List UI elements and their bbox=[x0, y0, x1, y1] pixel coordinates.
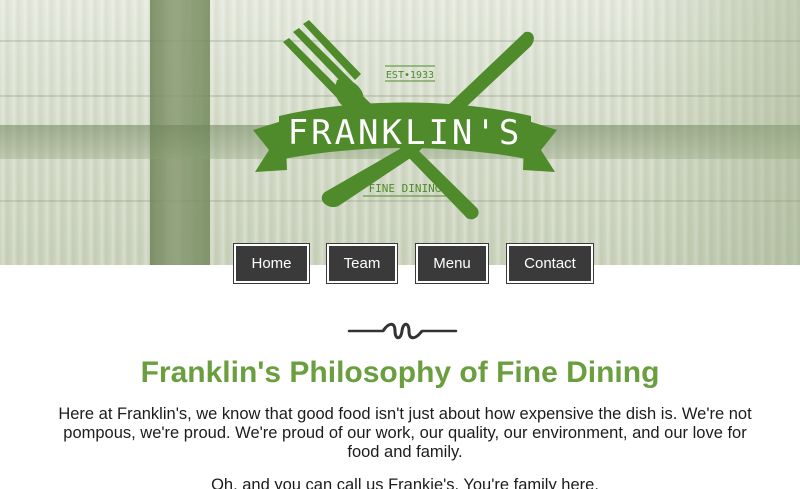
intro-paragraph: Here at Franklin's, we know that good fo… bbox=[58, 405, 752, 461]
ornament-divider bbox=[347, 322, 458, 340]
nav-contact-button[interactable]: Contact bbox=[506, 243, 594, 284]
page-heading: Franklin's Philosophy of Fine Dining bbox=[140, 356, 660, 389]
nav-team-button[interactable]: Team bbox=[326, 243, 398, 284]
nav-menu-button[interactable]: Menu bbox=[415, 243, 489, 284]
hero-shade bbox=[630, 0, 800, 265]
brand-name-text: FRANKLIN'S bbox=[288, 113, 523, 153]
nav-home-button[interactable]: Home bbox=[233, 243, 310, 284]
established-text: EST•1933 bbox=[386, 70, 434, 81]
family-paragraph: Oh, and you can call us Frankie's. You'r… bbox=[211, 476, 599, 489]
franklins-logo[interactable]: FRANKLIN'S EST•1933 FINE DINING bbox=[245, 20, 565, 225]
hero-banner: FRANKLIN'S EST•1933 FINE DINING bbox=[0, 0, 800, 265]
main-nav: Home Team Menu Contact bbox=[0, 243, 800, 284]
tagline-text: FINE DINING bbox=[369, 182, 442, 195]
